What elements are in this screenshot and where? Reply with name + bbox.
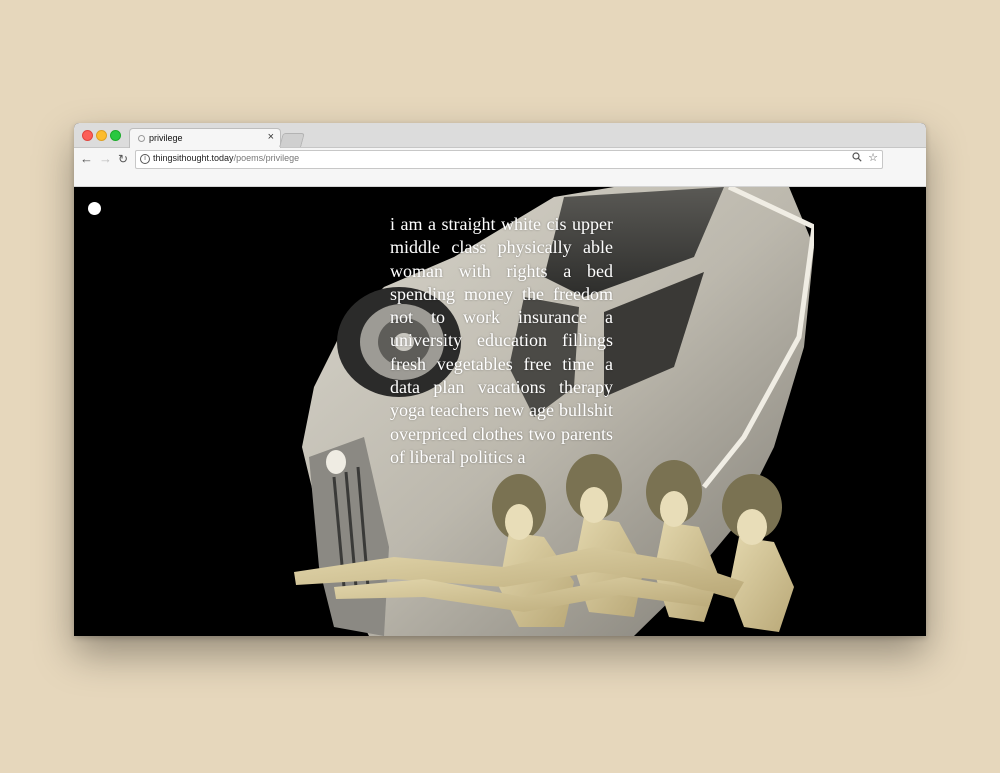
maximize-window-button[interactable] <box>110 130 121 141</box>
info-icon[interactable]: i <box>140 154 150 164</box>
url-path: /poems/privilege <box>233 153 300 163</box>
title-bar: privilege × <box>74 123 926 149</box>
url-host: thingsithought.today <box>153 153 234 163</box>
menu-dot-button[interactable] <box>88 202 101 215</box>
page-favicon-icon <box>138 135 145 142</box>
page-content: i am a straight white cis upper middle c… <box>74 187 926 636</box>
star-icon[interactable]: ☆ <box>868 151 878 164</box>
tab-title: privilege <box>149 133 183 143</box>
forward-arrow-icon[interactable]: → <box>99 151 112 166</box>
address-bar[interactable]: i thingsithought.today/poems/privilege ☆ <box>135 150 883 169</box>
reload-icon[interactable]: ↻ <box>118 152 128 166</box>
close-window-button[interactable] <box>82 130 93 141</box>
minimize-window-button[interactable] <box>96 130 107 141</box>
poem-text: i am a straight white cis upper middle c… <box>390 214 613 467</box>
browser-toolbar: ← → ↻ i thingsithought.today/poems/privi… <box>74 148 926 187</box>
search-icon[interactable] <box>852 152 862 165</box>
url-text[interactable]: thingsithought.today/poems/privilege <box>153 153 299 163</box>
new-tab-button[interactable] <box>279 133 305 147</box>
back-arrow-icon[interactable]: ← <box>80 151 93 166</box>
tab-privilege[interactable]: privilege × <box>129 128 281 149</box>
browser-window: privilege × ← → ↻ i thingsithought.today… <box>74 123 926 636</box>
close-tab-icon[interactable]: × <box>268 131 274 143</box>
